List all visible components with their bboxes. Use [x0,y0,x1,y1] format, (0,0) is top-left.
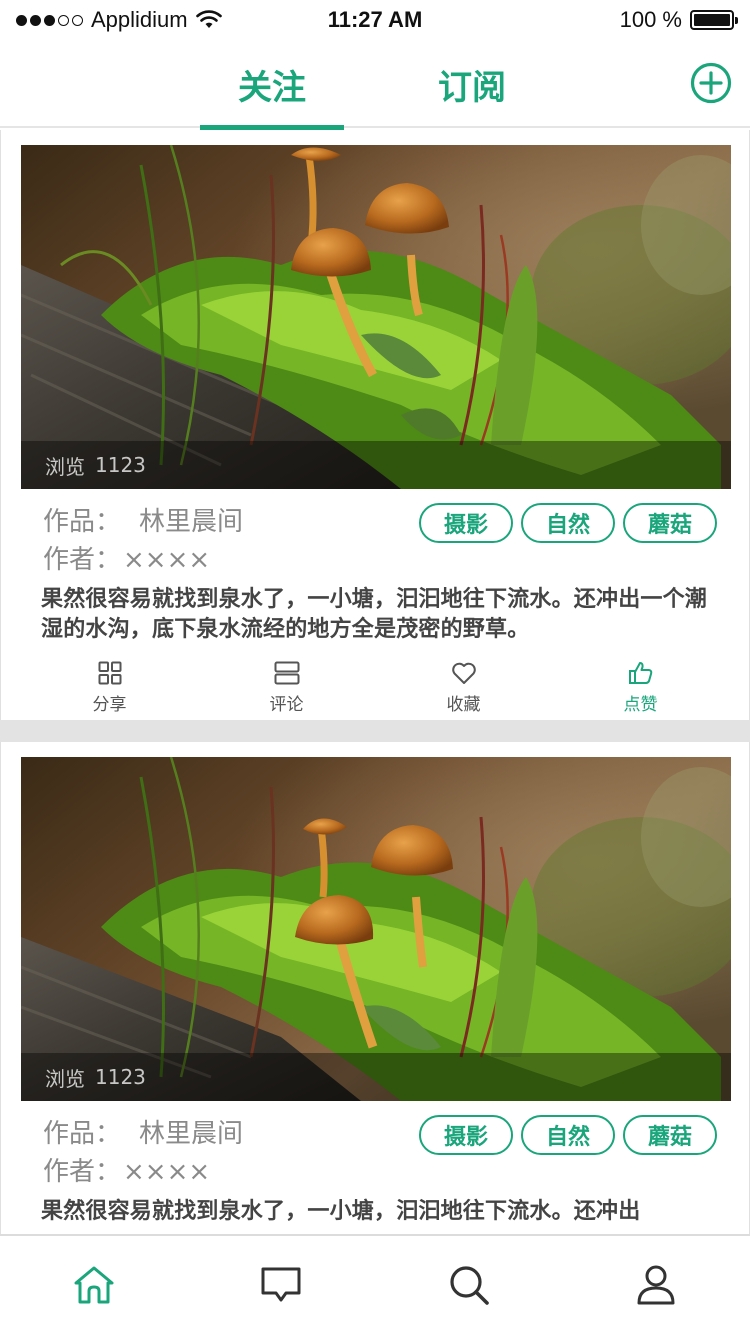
view-count-overlay: 浏览 1123 [21,1053,731,1101]
work-title: 林里晨间 [139,1119,244,1149]
views-count: 1123 [95,1065,146,1089]
status-right: 100 % [619,7,738,33]
post-card: 浏览 1123 作品： 林里晨间 作者：×××× 摄影 自然 蘑菇 果然很容易就找… [0,130,750,720]
post-description: 果然很容易就找到泉水了，一小塘，汩汩地往下流水。还冲出 [41,1199,641,1224]
home-icon [74,1266,114,1304]
battery-percent: 100 % [619,7,682,32]
plus-circle-icon[interactable] [690,62,732,104]
author-line: 作者：×××× [43,1151,210,1188]
author-label: 作者： [43,545,122,575]
view-count-overlay: 浏览 1123 [21,441,731,489]
tag-photography[interactable]: 摄影 [419,1115,513,1155]
thumbs-up-icon [628,661,652,684]
tag-photography[interactable]: 摄影 [419,503,513,543]
like-button[interactable]: 点赞 [552,657,729,717]
signal-strength-icon [16,14,83,26]
share-label: 分享 [92,694,127,715]
heart-icon [451,662,476,684]
post-image[interactable]: 浏览 1123 [21,145,731,489]
like-label: 点赞 [623,694,658,715]
message-icon [261,1267,301,1302]
tag-list: 摄影 自然 蘑菇 [419,1115,717,1155]
comment-icon [274,661,299,684]
grid-icon [98,661,121,684]
views-label: 浏览 [45,454,85,479]
work-label: 作品： [43,507,122,537]
author-line: 作者：×××× [43,539,210,576]
wifi-icon [195,10,222,28]
work-title: 林里晨间 [139,507,244,537]
carrier-name: Applidium [91,7,188,32]
comment-button[interactable]: 评论 [198,657,375,717]
tag-nature[interactable]: 自然 [521,503,615,543]
share-button[interactable]: 分享 [21,657,198,717]
post-description: 果然很容易就找到泉水了，一小塘，汩汩地往下流水。还冲出一个潮湿的水沟，底下泉水流… [41,587,708,642]
status-bar: Applidium 11:27 AM 100 % [0,0,750,40]
top-nav: 关注 订阅 [0,40,750,130]
work-label: 作品： [43,1119,122,1149]
search-icon [450,1266,489,1305]
favorite-label: 收藏 [446,694,481,715]
tag-mushroom[interactable]: 蘑菇 [623,503,717,543]
battery-icon [690,10,738,30]
author-name[interactable]: ×××× [123,545,210,575]
author-name[interactable]: ×××× [123,1157,210,1187]
tab-messages[interactable] [188,1236,376,1334]
feed[interactable]: 浏览 1123 作品： 林里晨间 作者：×××× 摄影 自然 蘑菇 果然很容易就找… [0,130,750,1234]
status-left: Applidium [16,7,620,33]
bottom-tab-bar [0,1234,750,1334]
post-meta: 作品： 林里晨间 作者：×××× 摄影 自然 蘑菇 [21,1113,729,1197]
tab-profile[interactable] [563,1236,750,1334]
post-meta: 作品： 林里晨间 作者：×××× 摄影 自然 蘑菇 [21,501,729,585]
tab-home[interactable] [0,1236,188,1334]
battery-level [694,14,730,26]
tag-mushroom[interactable]: 蘑菇 [623,1115,717,1155]
comment-label: 评论 [269,694,304,715]
tab-search[interactable] [375,1236,563,1334]
tab-subscribe[interactable]: 订阅 [400,40,544,128]
mushroom-photo [21,757,731,1101]
user-icon [637,1265,675,1305]
favorite-button[interactable]: 收藏 [375,657,552,717]
work-line: 作品： 林里晨间 [43,1113,243,1150]
post-actions: 分享 评论 收藏 点赞 [21,657,729,717]
views-count: 1123 [95,453,146,477]
work-line: 作品： 林里晨间 [43,501,243,538]
mushroom-photo [21,145,731,489]
views-label: 浏览 [45,1066,85,1091]
post-card: 浏览 1123 作品： 林里晨间 作者：×××× 摄影 自然 蘑菇 果然很容易就找… [0,742,750,1234]
author-label: 作者： [43,1157,122,1187]
tag-nature[interactable]: 自然 [521,1115,615,1155]
tag-list: 摄影 自然 蘑菇 [419,503,717,543]
post-image[interactable]: 浏览 1123 [21,757,731,1101]
tab-follow[interactable]: 关注 [200,40,344,130]
